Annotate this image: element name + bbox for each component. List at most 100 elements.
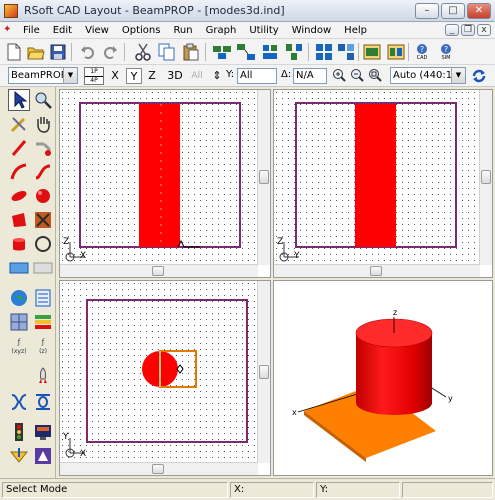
function-z-icon[interactable]: ƒ (z) bbox=[32, 335, 54, 357]
mmi-icon[interactable] bbox=[32, 391, 54, 413]
ring-segment-icon[interactable] bbox=[32, 233, 54, 255]
mdi-close-button[interactable]: x bbox=[477, 24, 491, 36]
edit-tools-icon[interactable] bbox=[8, 113, 30, 135]
menu-file[interactable]: File bbox=[17, 25, 47, 36]
view-xz-pane[interactable]: Z X bbox=[59, 89, 271, 278]
open-folder-icon[interactable] bbox=[26, 42, 46, 62]
view-yz-pane[interactable]: Z Y bbox=[273, 89, 493, 278]
ungroup-icon[interactable] bbox=[236, 42, 256, 62]
pan-hand-icon[interactable] bbox=[32, 113, 54, 135]
undo-icon[interactable] bbox=[78, 42, 98, 62]
mdi-view-area: Z X Z Y Y X x y z bbox=[57, 87, 495, 478]
menu-options[interactable]: Options bbox=[116, 25, 168, 36]
save-icon[interactable] bbox=[48, 42, 68, 62]
view-yz-canvas[interactable] bbox=[274, 90, 480, 265]
document-menu-icon[interactable]: ✦ bbox=[3, 24, 17, 36]
menu-view[interactable]: View bbox=[79, 25, 116, 36]
maximize-button[interactable]: □ bbox=[441, 3, 465, 19]
menu-window[interactable]: Window bbox=[286, 25, 338, 36]
cut-icon[interactable] bbox=[133, 42, 153, 62]
source-arrow-icon[interactable] bbox=[8, 445, 30, 467]
view-xy-pane[interactable]: Y X bbox=[59, 280, 271, 476]
coupler-icon[interactable] bbox=[8, 391, 30, 413]
xz-horizontal-scrollbar[interactable] bbox=[60, 264, 258, 277]
align-icon[interactable] bbox=[260, 42, 280, 62]
svg-text:?: ? bbox=[420, 45, 424, 54]
layer-stack-icon[interactable] bbox=[32, 311, 54, 333]
distribute-icon[interactable] bbox=[386, 42, 406, 62]
menu-utility[interactable]: Utility bbox=[243, 25, 285, 36]
straight-segment-icon[interactable] bbox=[8, 137, 30, 159]
new-file-icon[interactable] bbox=[4, 42, 24, 62]
cad-info-icon[interactable]: ? CAD bbox=[412, 42, 432, 62]
mdi-restore-button[interactable]: ❐ bbox=[461, 24, 475, 36]
dimension-tool-icon[interactable] bbox=[32, 257, 54, 279]
view-xy-canvas[interactable] bbox=[60, 281, 258, 463]
zoom-tool-icon[interactable] bbox=[32, 89, 54, 111]
zoom-fit-icon[interactable] bbox=[367, 68, 383, 84]
bp-toggle-button[interactable]: 1P 4P bbox=[84, 67, 104, 85]
refresh-icon[interactable] bbox=[470, 68, 488, 84]
view-all-button[interactable]: All bbox=[189, 68, 205, 84]
arc-segment-icon[interactable] bbox=[8, 161, 30, 183]
menu-help[interactable]: Help bbox=[338, 25, 374, 36]
taper-segment-icon[interactable] bbox=[32, 137, 54, 159]
close-button[interactable]: ✕ bbox=[467, 3, 491, 19]
redo-icon[interactable] bbox=[100, 42, 120, 62]
select-pointer-icon[interactable] bbox=[8, 89, 30, 111]
simulator-select[interactable]: BeamPROP ▼ bbox=[8, 67, 78, 84]
zoom-mode-select[interactable]: Auto (440:1) ▼ bbox=[390, 67, 466, 84]
mesh-profile-icon[interactable] bbox=[8, 311, 30, 333]
view-xz-canvas[interactable] bbox=[60, 90, 258, 265]
select-all-icon[interactable] bbox=[336, 42, 356, 62]
axis-x-button[interactable]: X bbox=[108, 68, 122, 84]
paste-icon[interactable] bbox=[181, 42, 201, 62]
zoom-in-icon[interactable] bbox=[331, 68, 347, 84]
xz-waveguide[interactable] bbox=[139, 104, 180, 247]
minimize-button[interactable]: – bbox=[415, 3, 439, 19]
table-list-icon[interactable] bbox=[32, 287, 54, 309]
bp-bottom-label: 4P bbox=[85, 76, 103, 85]
copy-icon[interactable] bbox=[157, 42, 177, 62]
xy-horizontal-scrollbar[interactable] bbox=[60, 462, 258, 475]
menu-edit[interactable]: Edit bbox=[47, 25, 79, 36]
group-icon[interactable] bbox=[212, 42, 232, 62]
zoom-out-icon[interactable] bbox=[349, 68, 365, 84]
monitor-icon[interactable] bbox=[32, 421, 54, 443]
bend-segment-icon[interactable] bbox=[32, 161, 54, 183]
delta-field[interactable]: N/A bbox=[293, 68, 327, 84]
layout-icon[interactable] bbox=[314, 42, 334, 62]
sim-info-icon[interactable]: ? SIM bbox=[436, 42, 456, 62]
zoom-mode-value: Auto (440:1) bbox=[393, 70, 457, 81]
globe-icon[interactable] bbox=[8, 287, 30, 309]
symbol-table-icon[interactable] bbox=[32, 445, 54, 467]
axis-z-button[interactable]: Z bbox=[145, 68, 159, 84]
sphere-segment-icon[interactable] bbox=[32, 185, 54, 207]
polygon-segment-icon[interactable] bbox=[8, 209, 30, 231]
ellipse-segment-icon[interactable] bbox=[8, 185, 30, 207]
yz-waveguide[interactable] bbox=[355, 104, 396, 247]
cross-segment-icon[interactable] bbox=[32, 209, 54, 231]
launch-rocket-icon[interactable] bbox=[32, 365, 54, 387]
yz-horizontal-scrollbar[interactable] bbox=[274, 264, 480, 277]
xz-vertical-scrollbar[interactable] bbox=[257, 90, 270, 265]
properties-icon[interactable] bbox=[362, 42, 382, 62]
view-3d-pane[interactable]: x y z bbox=[273, 280, 493, 476]
function-xyz-icon[interactable]: ƒ (xyz) bbox=[8, 335, 30, 357]
menu-graph[interactable]: Graph bbox=[200, 25, 244, 36]
traffic-light-icon[interactable] bbox=[8, 421, 30, 443]
y-position-field[interactable]: All bbox=[237, 68, 277, 84]
view-3d-canvas[interactable]: x y z bbox=[274, 281, 492, 475]
arrange-icon[interactable] bbox=[284, 42, 304, 62]
text-label-icon[interactable] bbox=[8, 257, 30, 279]
cylinder-segment-icon[interactable] bbox=[8, 233, 30, 255]
step-icon[interactable]: ⇕ bbox=[210, 68, 224, 84]
xy-vertical-scrollbar[interactable] bbox=[257, 281, 270, 463]
yz-vertical-scrollbar[interactable] bbox=[479, 90, 492, 265]
3d-z-axis-label: z bbox=[393, 308, 397, 317]
menu-run[interactable]: Run bbox=[167, 25, 199, 36]
axis-y-button[interactable]: Y bbox=[126, 68, 142, 84]
window-title: RSoft CAD Layout - BeamPROP - [modes3d.i… bbox=[24, 4, 285, 17]
mdi-minimize-button[interactable]: _ bbox=[445, 24, 459, 36]
view-3d-button[interactable]: 3D bbox=[165, 68, 185, 84]
